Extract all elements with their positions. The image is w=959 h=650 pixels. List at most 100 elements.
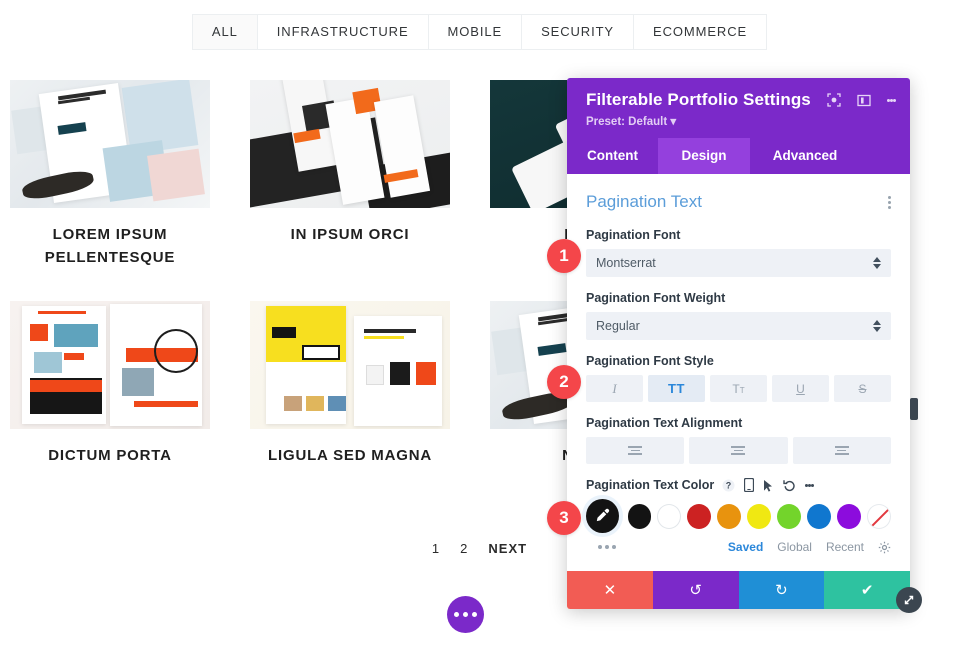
resize-handle-icon[interactable] [896,587,922,613]
font-style-smallcaps-button[interactable]: TT [710,375,767,402]
color-swatch-none[interactable] [867,503,892,529]
filter-list: ALL INFRASTRUCTURE MOBILE SECURITY ECOMM… [191,14,768,50]
color-swatch-purple[interactable] [837,503,861,529]
step-marker-3: 3 [547,501,581,535]
pagination-font-weight-select[interactable]: Regular [586,312,891,340]
kebab-menu-icon[interactable] [887,97,896,104]
tab-design[interactable]: Design [658,138,750,174]
cursor-icon[interactable] [763,479,774,492]
portfolio-thumbnail[interactable] [250,80,450,208]
color-swatch-blue[interactable] [807,503,832,529]
portfolio-thumbnail[interactable] [250,301,450,429]
filter-item-ecommerce[interactable]: ECOMMERCE [634,15,767,49]
align-left-button[interactable] [586,437,685,464]
font-style-uppercase-button[interactable]: TT [648,375,705,402]
section-kebab-icon[interactable] [888,194,891,211]
field-label: Pagination Font Style [586,354,714,368]
font-style-italic-button[interactable]: I [586,375,643,402]
align-center-button[interactable] [689,437,788,464]
field-label-row: Pagination Text Color ? [586,478,891,492]
mobile-icon[interactable] [744,478,755,492]
more-options-fab[interactable] [447,596,484,633]
align-center-icon [731,446,746,455]
field-label: Pagination Font Weight [586,291,726,305]
underline-icon: U [796,381,805,396]
redo-button[interactable]: ↻ [738,571,825,609]
tab-content[interactable]: Content [567,138,658,174]
color-swatch-yellow[interactable] [747,503,772,529]
text-alignment-button-group [586,437,891,464]
color-swatch-row [586,499,892,533]
field-pagination-font-style: Pagination Font Style I TT TT U S [586,354,891,402]
portfolio-card-title: DICTUM PORTA [48,447,172,464]
font-style-underline-button[interactable]: U [772,375,829,402]
field-label: Pagination Text Color [586,478,715,492]
help-icon[interactable]: ? [722,479,735,492]
sunglasses-shop-mockup-icon [10,80,210,208]
focus-icon[interactable] [827,93,841,107]
align-right-button[interactable] [792,437,891,464]
color-source-row: Saved Global Recent [586,540,891,554]
pagination-page-1[interactable]: 1 [422,541,450,556]
field-inline-icons: ? [722,478,815,492]
filter-item-mobile[interactable]: MOBILE [428,15,523,49]
field-pagination-font-weight: Pagination Font Weight Regular [586,291,891,340]
undo-button[interactable]: ↺ [652,571,739,609]
panel-tabs: Content Design Advanced [567,138,910,174]
portfolio-card[interactable]: LIGULA SED MAGNA [250,301,480,467]
step-marker-1: 1 [547,239,581,273]
panel-preset-selector[interactable]: Preset: Default ▾ [586,114,894,128]
panel-header-icons [827,93,896,107]
align-right-icon [834,446,849,455]
spinner-icon [873,320,881,332]
fab-dot [472,612,477,617]
color-swatch-red[interactable] [687,503,712,529]
tab-advanced[interactable]: Advanced [750,138,860,174]
font-style-strikethrough-button[interactable]: S [834,375,891,402]
chevron-down-icon: ▾ [670,116,677,128]
field-label: Pagination Font [586,228,681,242]
filter-item-security[interactable]: SECURITY [522,15,634,49]
uppercase-icon: TT [668,381,685,396]
color-tab-recent[interactable]: Recent [826,540,864,554]
spinner-icon [873,257,881,269]
align-left-icon [628,446,643,455]
color-swatch-black[interactable] [627,503,652,529]
pagination-font-select[interactable]: Montserrat [586,249,891,277]
field-label: Pagination Text Alignment [586,416,743,430]
color-tab-global[interactable]: Global [777,540,812,554]
pagination-page-2[interactable]: 2 [450,541,478,556]
gear-icon[interactable] [878,541,891,554]
portfolio-card-title: LIGULA SED MAGNA [268,447,432,464]
layout-columns-icon[interactable] [857,94,871,107]
filter-item-all[interactable]: ALL [192,15,258,49]
font-style-button-group: I TT TT U S [586,375,891,402]
color-kebab-icon[interactable] [805,482,815,489]
cancel-button[interactable]: ✕ [567,571,653,609]
color-tab-saved[interactable]: Saved [728,540,763,554]
color-swatch-green[interactable] [777,503,802,529]
bike-repair-orange-mockup-icon [10,301,210,429]
color-swatch-orange[interactable] [717,503,742,529]
more-colors-icon[interactable] [598,545,616,549]
portfolio-card[interactable]: DICTUM PORTA [10,301,240,467]
panel-scrollbar-thumb[interactable] [910,398,918,420]
panel-preset-label: Preset: Default [586,116,668,128]
step-marker-2: 2 [547,365,581,399]
panel-body: Pagination Text Pagination Font Montserr… [567,174,910,571]
filter-item-infrastructure[interactable]: INFRASTRUCTURE [257,15,429,49]
portfolio-thumbnail[interactable] [10,301,210,429]
portfolio-card[interactable]: LOREM IPSUM PELLENTESQUE [10,80,240,269]
portfolio-thumbnail[interactable] [10,80,210,208]
panel-footer: ✕ ↺ ↻ ✔ [567,571,910,609]
italic-icon: I [612,380,617,396]
yellow-strategy-mockup-icon [250,301,450,429]
reset-icon[interactable] [783,479,796,492]
portfolio-card-title: IN IPSUM ORCI [290,226,410,243]
portfolio-card[interactable]: IN IPSUM ORCI [250,80,480,269]
color-swatch-white[interactable] [657,503,682,529]
pagination-next[interactable]: NEXT [478,541,537,556]
pagination-font-value: Montserrat [596,256,656,270]
panel-header: Filterable Portfolio Settings Preset: De… [567,78,910,138]
eyedropper-icon[interactable] [586,499,619,533]
